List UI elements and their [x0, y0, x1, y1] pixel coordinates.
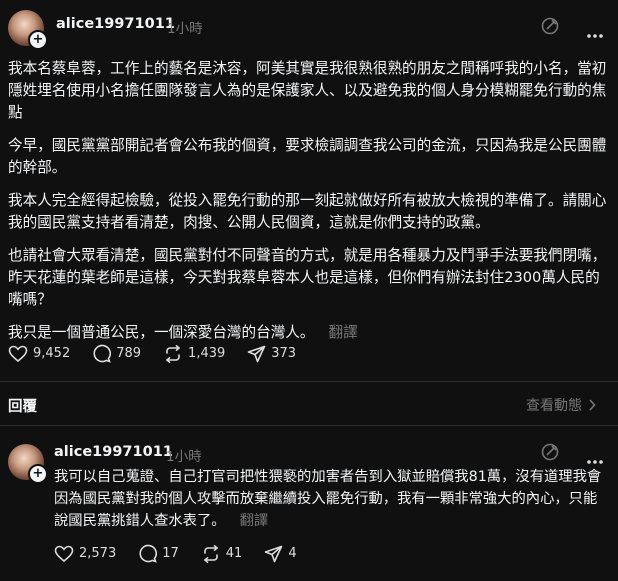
avatar[interactable]: + — [8, 10, 48, 50]
repost-button[interactable]: 41 — [201, 544, 243, 563]
reply-username[interactable]: alice19971011 — [54, 444, 173, 460]
share-icon — [247, 345, 266, 362]
heart-icon — [8, 345, 28, 362]
repost-count: 1,439 — [188, 346, 226, 361]
post-paragraph: 我本人完全經得起檢驗，從投入罷免行動的那一刻起就做好所有被放大檢視的準備了。請關… — [8, 192, 607, 231]
translate-link[interactable]: 翻譯 — [328, 324, 357, 341]
post-time: 1小時 — [167, 21, 203, 37]
reply-actions: 2,573 17 41 4 — [54, 544, 319, 563]
post-paragraph: 我本名蔡阜蓉，工作上的藝名是沐容，阿美其實是我很熟很熟的朋友之間稱呼我的小名，當… — [8, 60, 607, 121]
chevron-right-icon — [589, 399, 596, 411]
reply-text: 我可以自己蒐證、自己打官司把性猥褻的加害者告到入獄並賠償我81萬，沒有道理我會因… — [54, 469, 602, 529]
like-count: 9,452 — [33, 346, 71, 361]
post-paragraph-last: 我只是一個普通公民，一個深愛台灣的台灣人。 翻譯 — [8, 322, 608, 344]
repost-count: 41 — [225, 546, 243, 561]
more-icon[interactable] — [586, 24, 604, 43]
reply-body: 我可以自己蒐證、自己打官司把性猥褻的加害者告到入獄並賠償我81萬，沒有道理我會因… — [54, 466, 608, 532]
plus-icon[interactable]: + — [28, 30, 48, 50]
post-username[interactable]: alice19971011 — [56, 16, 175, 32]
post-paragraph-text: 我只是一個普通公民，一個深愛台灣的台灣人。 — [8, 324, 315, 341]
share-button[interactable]: 4 — [264, 545, 297, 563]
repost-icon — [165, 344, 181, 363]
comment-icon — [139, 544, 158, 563]
share-button[interactable]: 373 — [247, 345, 296, 363]
repost-button[interactable]: 1,439 — [163, 344, 226, 363]
view-activity-link[interactable]: 查看動態 — [526, 395, 596, 415]
comment-button[interactable]: 17 — [138, 544, 179, 563]
pencil-circle-icon[interactable] — [540, 442, 560, 466]
comment-count: 17 — [162, 546, 179, 561]
repost-icon — [203, 544, 218, 563]
heart-icon — [54, 545, 74, 562]
post-paragraph: 也請社會大眾看清楚，國民黨對付不同聲音的方式，就是用各種暴力及鬥爭手法要我們閉嘴… — [8, 247, 607, 308]
comment-count: 789 — [116, 346, 142, 361]
translate-link[interactable]: 翻譯 — [240, 513, 269, 529]
share-count: 4 — [288, 546, 297, 561]
reply-avatar[interactable]: + — [8, 444, 48, 484]
like-button[interactable]: 2,573 — [54, 545, 116, 563]
post-actions: 9,452 789 1,439 373 — [8, 344, 318, 363]
post-body: 我本名蔡阜蓉，工作上的藝名是沐容，阿美其實是我很熟很熟的朋友之間稱呼我的小名，當… — [8, 58, 608, 355]
comment-icon — [93, 344, 112, 363]
pencil-circle-icon[interactable] — [540, 16, 560, 40]
share-count: 373 — [271, 346, 297, 361]
comment-button[interactable]: 789 — [92, 344, 141, 363]
divider — [0, 381, 618, 382]
post-paragraph: 今早，國民黨黨部開記者會公布我的個資，要求檢調調查我公司的金流，只因為我是公民團… — [8, 137, 607, 176]
like-button[interactable]: 9,452 — [8, 345, 70, 363]
view-activity-label: 查看動態 — [526, 398, 582, 414]
divider — [0, 425, 618, 426]
reply-time: 1小時 — [166, 449, 202, 465]
replies-label: 回覆 — [8, 399, 37, 415]
share-icon — [265, 545, 283, 562]
plus-icon[interactable]: + — [28, 464, 48, 484]
like-count: 2,573 — [79, 546, 117, 561]
